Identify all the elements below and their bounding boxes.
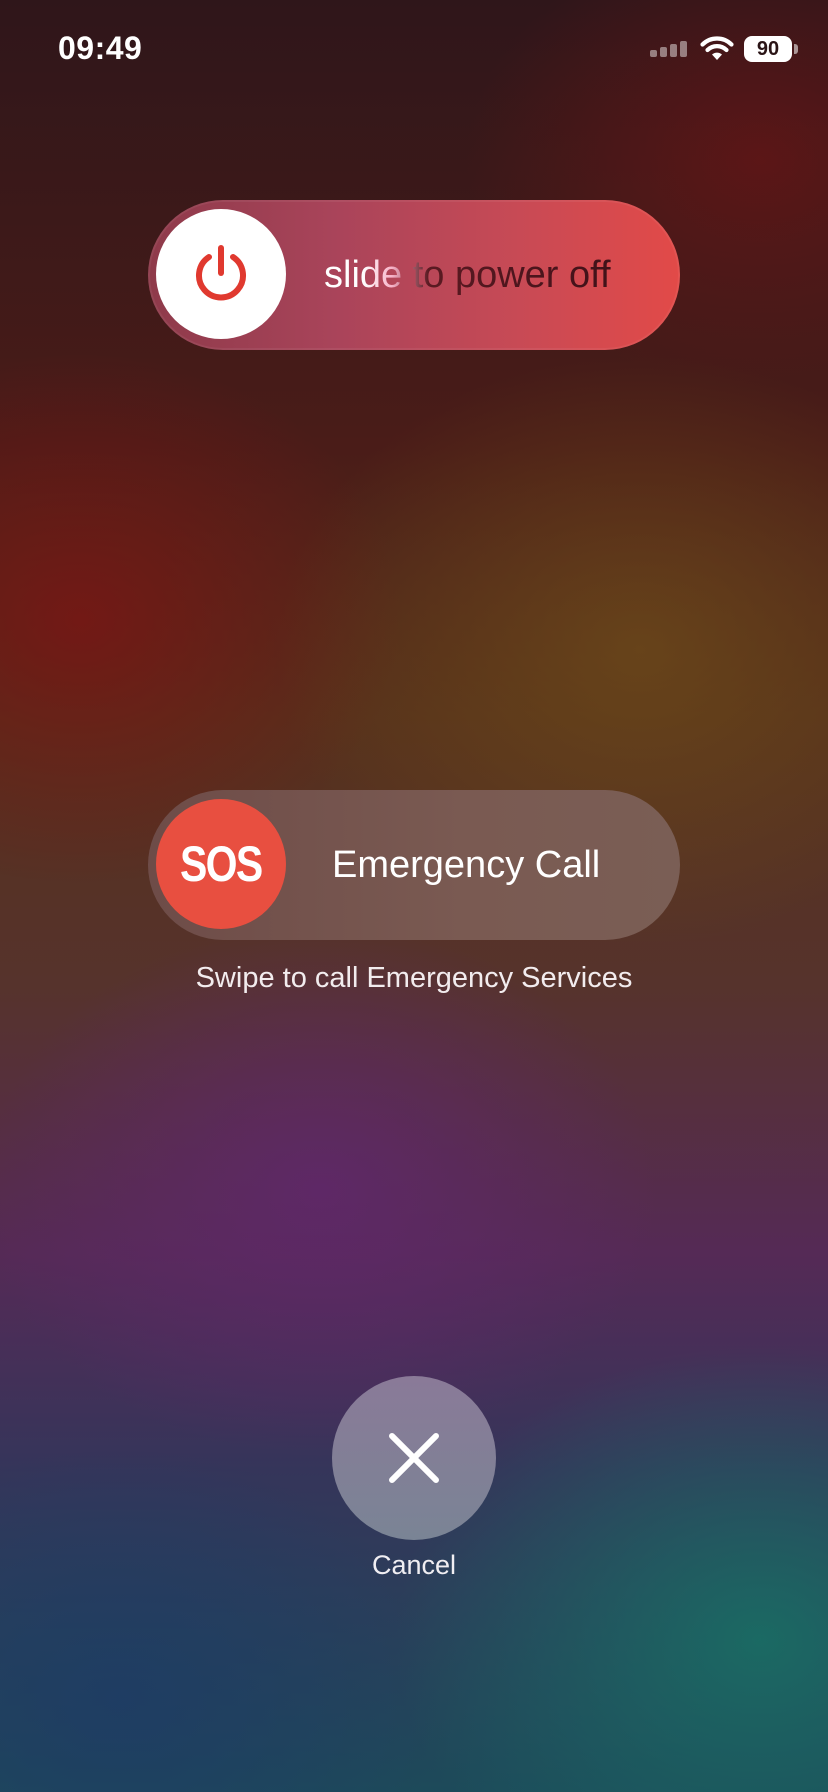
sos-knob-text: SOS: [180, 836, 263, 892]
battery-level: 90: [756, 38, 780, 60]
signal-icon: [650, 41, 687, 57]
cancel-button[interactable]: [332, 1376, 496, 1540]
status-time: 09:49: [58, 30, 143, 66]
wifi-icon: [700, 36, 734, 60]
close-icon: [389, 1433, 439, 1483]
power-icon: [196, 245, 246, 301]
power-slider-knob[interactable]: [156, 209, 286, 339]
status-bar: 09:49 90: [0, 0, 828, 100]
emergency-call-label: Emergency Call: [332, 843, 601, 886]
power-off-label: slide to power off: [296, 200, 664, 350]
status-icons: 90: [650, 34, 798, 64]
battery-icon: 90: [744, 36, 798, 62]
emergency-hint-text: Swipe to call Emergency Services: [195, 962, 633, 994]
power-off-slider[interactable]: slide to power off: [148, 200, 680, 350]
battery-body: 90: [744, 36, 792, 62]
battery-cap: [794, 44, 798, 54]
sos-slider-knob[interactable]: SOS: [156, 799, 286, 929]
cancel-label: Cancel: [371, 1550, 457, 1580]
emergency-call-slider[interactable]: SOS Emergency Call: [148, 790, 680, 940]
